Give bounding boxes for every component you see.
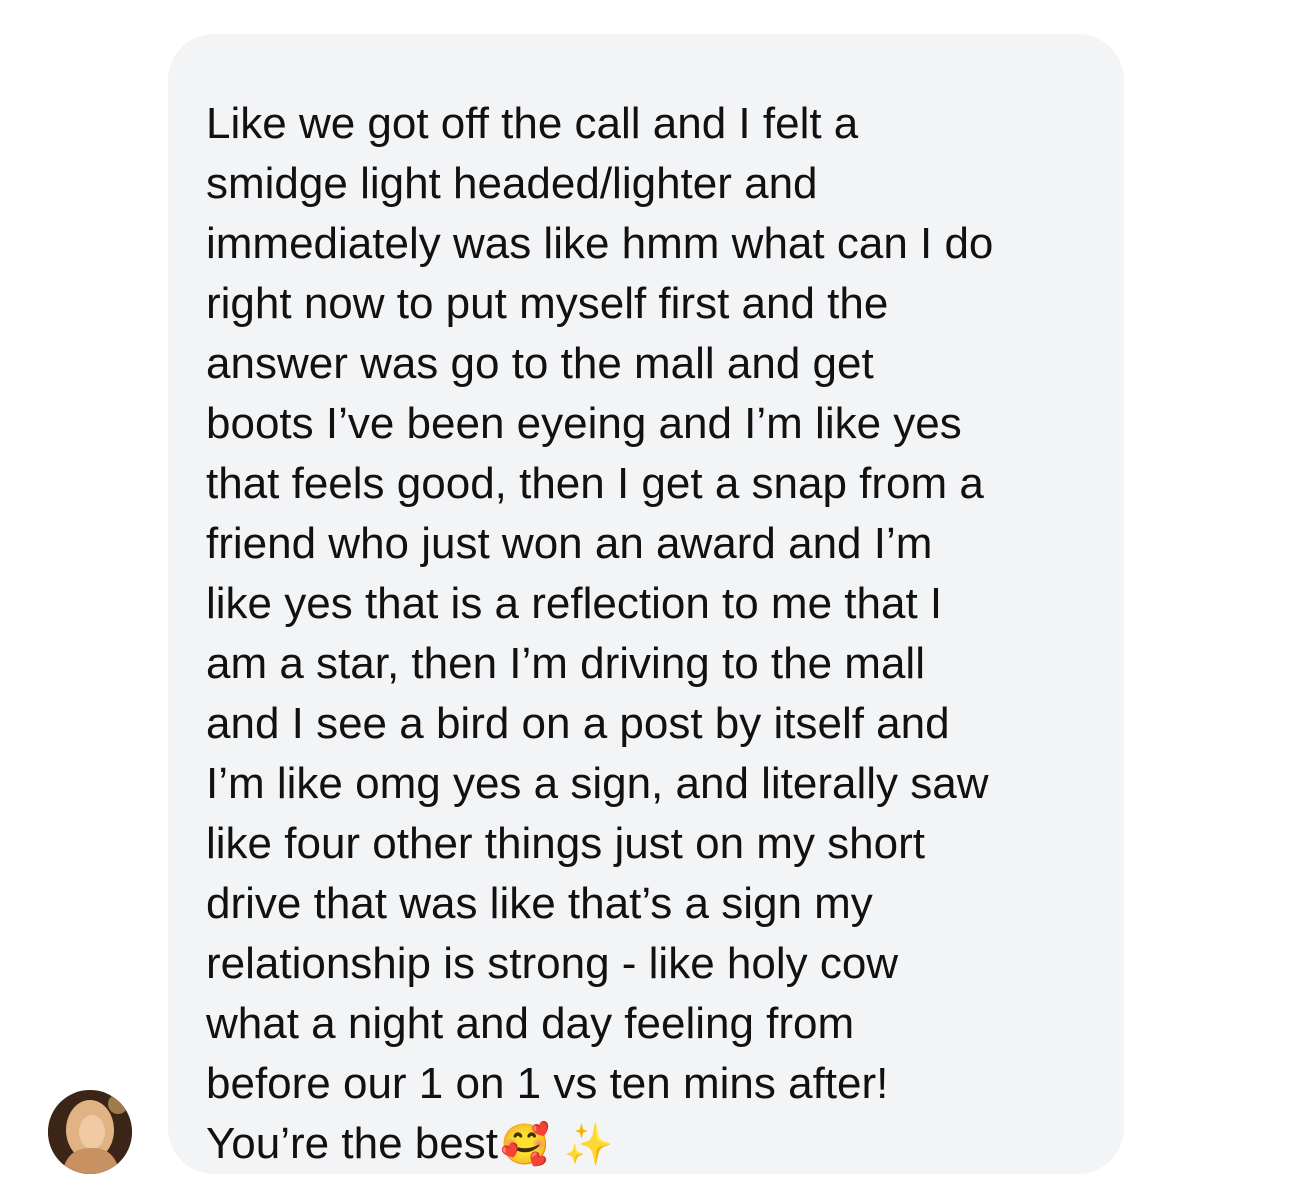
- message-bubble[interactable]: Like we got off the call and I felt a sm…: [168, 34, 1124, 1174]
- message-line: drive that was like that’s a sign my: [206, 879, 873, 928]
- message-line: answer was go to the mall and get: [206, 339, 874, 388]
- sparkles-icon: ✨: [563, 1122, 614, 1168]
- message-line: am a star, then I’m driving to the mall: [206, 639, 925, 688]
- avatar-image: [48, 1090, 132, 1174]
- message-line: I’m like omg yes a sign, and literally s…: [206, 759, 989, 808]
- message-line: like four other things just on my short: [206, 819, 925, 868]
- message-line: like yes that is a reflection to me that…: [206, 579, 943, 628]
- message-line: and I see a bird on a post by itself and: [206, 699, 950, 748]
- message-line: what a night and day feeling from: [206, 999, 855, 1048]
- message-line: boots I’ve been eyeing and I’m like yes: [206, 399, 962, 448]
- smiling-face-with-hearts-icon: 🥰: [499, 1122, 550, 1168]
- message-line: Like we got off the call and I felt a: [206, 99, 859, 148]
- message-line: friend who just won an award and I’m: [206, 519, 933, 568]
- message-line-text: You’re the best: [206, 1119, 498, 1168]
- message-last-line: You’re the best🥰 ✨: [206, 1114, 1094, 1175]
- sender-avatar[interactable]: [48, 1090, 132, 1174]
- message-line: immediately was like hmm what can I do: [206, 219, 994, 268]
- message-line: that feels good, then I get a snap from …: [206, 459, 984, 508]
- message-line: relationship is strong - like holy cow: [206, 939, 899, 988]
- message-line: before our 1 on 1 vs ten mins after!: [206, 1059, 889, 1108]
- message-line: smidge light headed/lighter and: [206, 159, 818, 208]
- message-line: right now to put myself first and the: [206, 279, 889, 328]
